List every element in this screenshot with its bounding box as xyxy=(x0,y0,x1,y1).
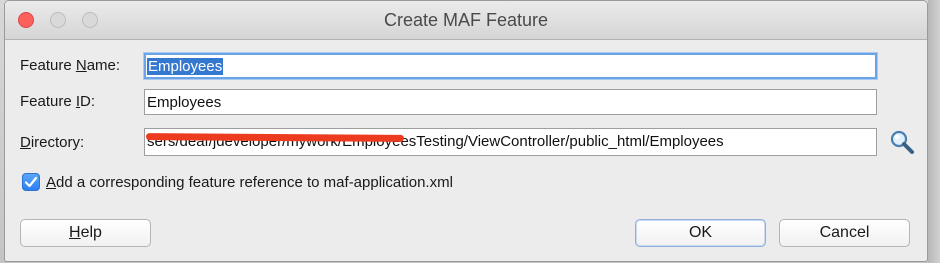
checkmark-icon xyxy=(24,176,38,188)
dialog-title: Create MAF Feature xyxy=(383,10,549,30)
feature-name-input[interactable]: Employees xyxy=(144,53,877,79)
magnifier-icon xyxy=(890,130,914,154)
create-maf-feature-dialog: Create MAF Feature Feature Name: Employe… xyxy=(4,0,928,262)
add-reference-label[interactable]: Add a corresponding feature reference to… xyxy=(46,174,453,191)
browse-directory-button[interactable] xyxy=(888,128,918,156)
ok-button[interactable]: OK xyxy=(635,219,766,247)
feature-id-label: Feature ID: xyxy=(20,93,96,110)
title-bar: Create MAF Feature xyxy=(5,1,927,40)
feature-id-input[interactable]: Employees xyxy=(144,89,877,115)
help-button[interactable]: Help xyxy=(20,219,151,247)
feature-name-selected-text: Employees xyxy=(147,58,224,75)
directory-label: Directory: xyxy=(20,134,85,151)
directory-input[interactable]: sers/deaf/jdeveloper/mywork/EmployeesTes… xyxy=(144,128,877,156)
feature-name-label: Feature Name: xyxy=(20,57,121,74)
feature-id-value: Employees xyxy=(147,94,222,111)
background-window-edge xyxy=(928,0,940,263)
add-reference-checkbox[interactable] xyxy=(22,173,40,191)
cancel-button[interactable]: Cancel xyxy=(779,219,910,247)
